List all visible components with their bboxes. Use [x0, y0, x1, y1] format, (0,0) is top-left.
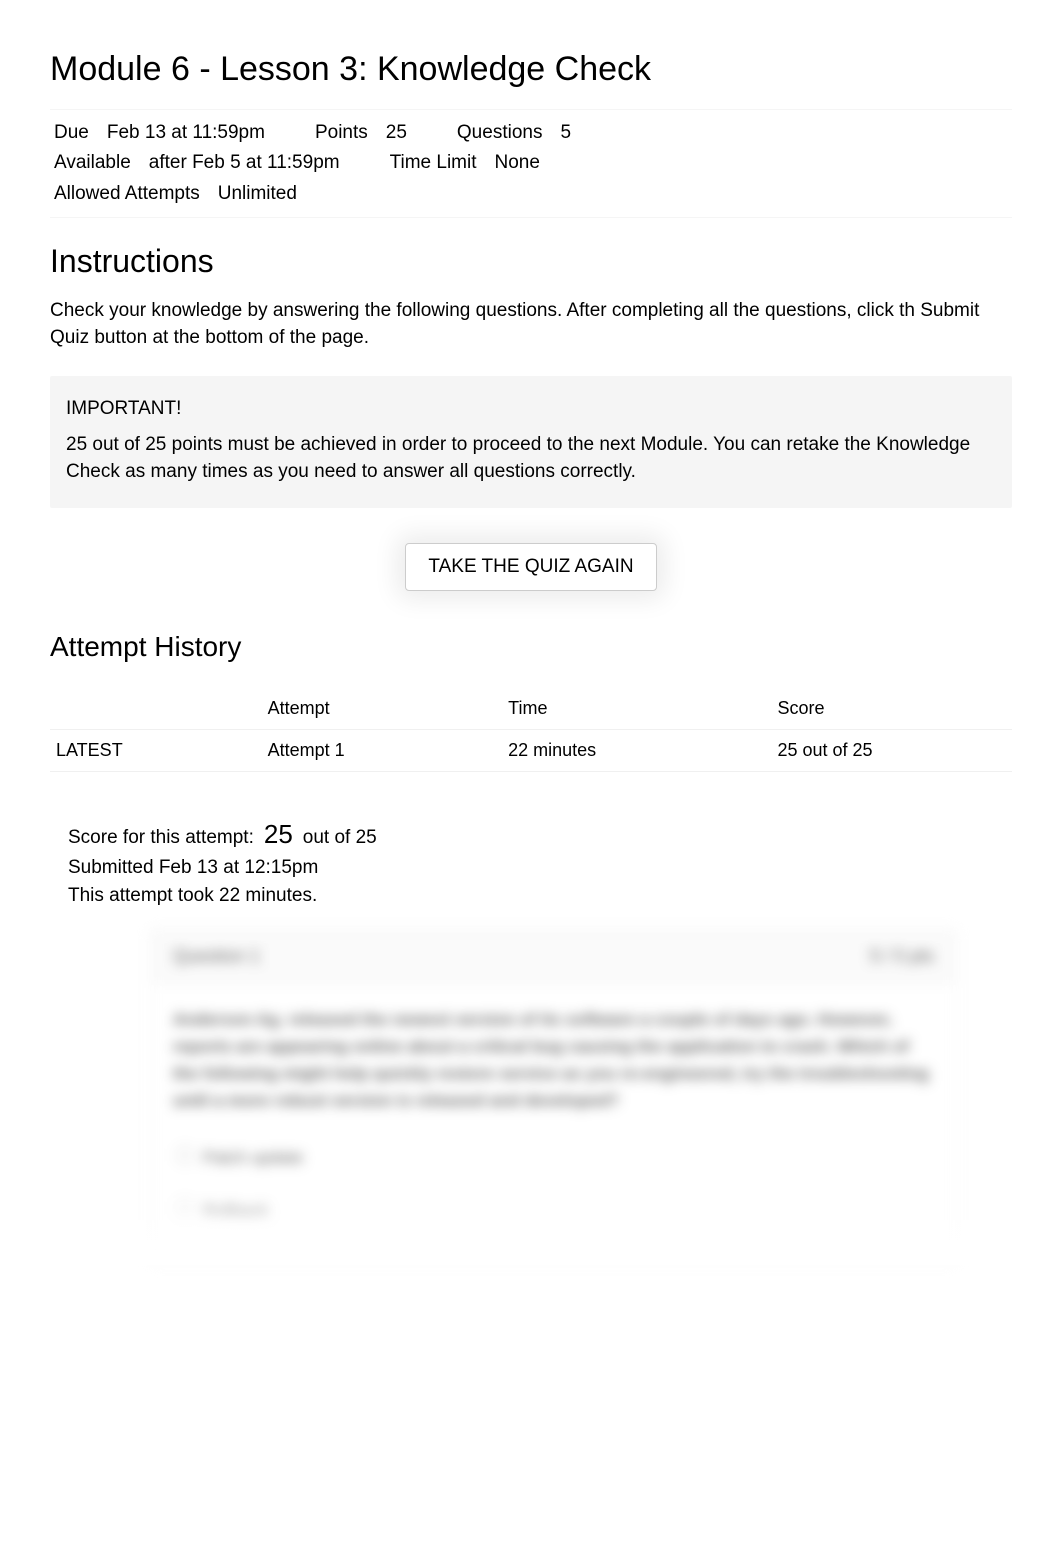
allowed-attempts-value: Unlimited [218, 179, 297, 209]
answer-option: Rollback [173, 1187, 934, 1234]
available-label: Available [54, 148, 131, 178]
attempt-time: 22 minutes [502, 729, 771, 771]
due-label: Due [54, 118, 89, 148]
fade-overlay [75, 1175, 1012, 1265]
take-quiz-again-button[interactable]: TAKE THE QUIZ AGAIN [405, 543, 656, 591]
points-label: Points [315, 118, 368, 148]
attempt-score: 25 out of 25 [771, 729, 1012, 771]
available-value: after Feb 5 at 11:59pm [149, 148, 340, 178]
attempt-history-table: Attempt Time Score LATEST Attempt 1 22 m… [50, 688, 1012, 772]
question-card-blurred: Question 1 5 / 5 pts Anderson Ag. releas… [150, 929, 957, 1264]
table-header-blank [50, 688, 262, 730]
important-notice: IMPORTANT! 25 out of 25 points must be a… [50, 376, 1012, 507]
instructions-text: Check your knowledge by answering the fo… [50, 298, 1012, 351]
question-text: Anderson Ag. released the newest version… [173, 1006, 934, 1115]
points-value: 25 [386, 118, 407, 148]
answer-option: Patch update [173, 1134, 934, 1181]
table-header-time: Time [502, 688, 771, 730]
page-title: Module 6 - Lesson 3: Knowledge Check [50, 50, 1012, 89]
timelimit-label: Time Limit [390, 148, 477, 178]
allowed-attempts-label: Allowed Attempts [54, 179, 200, 209]
duration-line: This attempt took 22 minutes. [68, 882, 994, 911]
due-value: Feb 13 at 11:59pm [107, 118, 265, 148]
question-preview-frame: Question 1 5 / 5 pts Anderson Ag. releas… [75, 929, 1012, 1264]
score-value: 25 [264, 815, 293, 854]
important-heading: IMPORTANT! [66, 398, 996, 420]
question-points: 5 / 5 pts [870, 946, 934, 967]
question-number: Question 1 [173, 946, 260, 967]
score-out-of: out of 25 [303, 824, 377, 853]
quiz-meta-bar: Due Feb 13 at 11:59pm Points 25 Question… [50, 109, 1012, 218]
questions-value: 5 [560, 118, 571, 148]
table-header-score: Score [771, 688, 1012, 730]
submitted-line: Submitted Feb 13 at 12:15pm [68, 854, 994, 883]
questions-label: Questions [457, 118, 543, 148]
timelimit-value: None [495, 148, 540, 178]
attempt-number[interactable]: Attempt 1 [262, 729, 503, 771]
score-label: Score for this attempt: [68, 824, 254, 853]
table-row[interactable]: LATEST Attempt 1 22 minutes 25 out of 25 [50, 729, 1012, 771]
instructions-heading: Instructions [50, 243, 1012, 280]
attempt-latest-badge: LATEST [50, 729, 262, 771]
attempt-history-heading: Attempt History [50, 631, 1012, 663]
important-text: 25 out of 25 points must be achieved in … [66, 432, 996, 485]
table-header-attempt: Attempt [262, 688, 503, 730]
score-summary: Score for this attempt: 25 out of 25 Sub… [50, 807, 1012, 919]
